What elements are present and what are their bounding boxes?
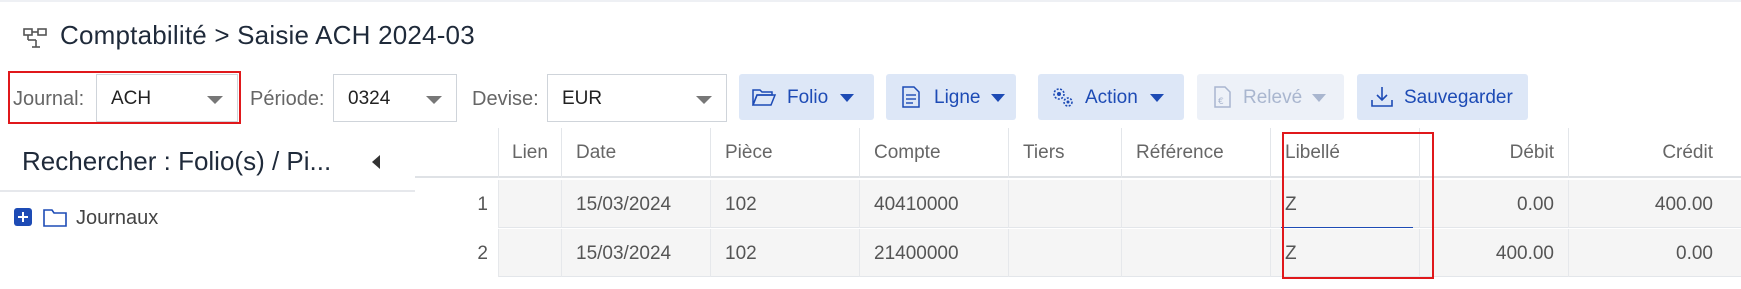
cell-lien[interactable] — [498, 180, 561, 228]
devise-label: Devise: — [472, 88, 539, 110]
cell-piece[interactable]: 102 — [710, 180, 859, 228]
cell-debit[interactable]: 400.00 — [1419, 229, 1568, 277]
search-panel-title: Rechercher : Folio(s) / Pi... — [22, 146, 332, 176]
grid-header: Lien Date Pièce Compte Tiers Référence L… — [415, 128, 1741, 178]
table-row[interactable]: 1 15/03/2024 102 40410000 Z 0.00 400.00 — [415, 180, 1741, 228]
cell-lien[interactable] — [498, 229, 561, 277]
cell-debit[interactable]: 0.00 — [1419, 180, 1568, 228]
releve-label: Relevé — [1243, 87, 1303, 108]
page-title: Comptabilité > Saisie ACH 2024-03 — [60, 20, 475, 50]
folio-label: Folio — [787, 87, 829, 108]
column-header-debit[interactable]: Débit — [1419, 128, 1568, 178]
search-panel: Rechercher : Folio(s) / Pi... Journaux — [0, 128, 415, 289]
chevron-down-icon — [1150, 94, 1164, 102]
sitemap-icon — [23, 28, 47, 48]
periode-value: 0324 — [348, 88, 391, 109]
entries-grid: Lien Date Pièce Compte Tiers Référence L… — [415, 128, 1741, 289]
chevron-down-icon — [991, 94, 1005, 102]
cell-reference[interactable] — [1121, 180, 1270, 228]
chevron-down-icon — [840, 94, 854, 102]
column-header-lien[interactable]: Lien — [498, 128, 561, 178]
column-header-credit[interactable]: Crédit — [1568, 128, 1741, 178]
cell-date[interactable]: 15/03/2024 — [561, 229, 710, 277]
gears-icon — [1053, 88, 1073, 107]
periode-select[interactable]: 0324 — [333, 74, 457, 122]
cell-date[interactable]: 15/03/2024 — [561, 180, 710, 228]
devise-select[interactable]: EUR — [547, 74, 727, 122]
action-button[interactable]: Action — [1038, 74, 1184, 120]
cell-compte[interactable]: 21400000 — [859, 229, 1008, 277]
column-header-rownum — [415, 128, 498, 178]
periode-label: Période: — [250, 88, 325, 110]
table-row[interactable]: 2 15/03/2024 102 21400000 Z 400.00 0.00 — [415, 229, 1741, 277]
column-header-compte[interactable]: Compte — [859, 128, 1008, 178]
column-header-piece[interactable]: Pièce — [710, 128, 859, 178]
cell-piece[interactable]: 102 — [710, 229, 859, 277]
download-icon — [1371, 87, 1393, 107]
column-header-reference[interactable]: Référence — [1121, 128, 1270, 178]
chevron-down-icon — [1312, 94, 1326, 102]
cell-tiers[interactable] — [1008, 180, 1121, 228]
search-panel-header: Rechercher : Folio(s) / Pi... — [0, 128, 415, 192]
euro-document-icon: € — [1214, 86, 1231, 108]
folder-icon — [43, 209, 67, 227]
sauvegarder-button[interactable]: Sauvegarder — [1357, 74, 1528, 120]
ligne-label: Ligne — [934, 87, 981, 108]
releve-button[interactable]: € Relevé — [1197, 74, 1344, 120]
action-label: Action — [1085, 87, 1138, 108]
folder-open-icon — [751, 89, 777, 106]
collapse-left-icon[interactable] — [372, 155, 380, 169]
document-lines-icon — [902, 86, 920, 108]
column-header-tiers[interactable]: Tiers — [1008, 128, 1121, 178]
cell-tiers[interactable] — [1008, 229, 1121, 277]
cell-credit[interactable]: 400.00 — [1568, 180, 1741, 228]
column-header-date[interactable]: Date — [561, 128, 710, 178]
svg-text:€: € — [1218, 97, 1224, 107]
cell-reference[interactable] — [1121, 229, 1270, 277]
ligne-button[interactable]: Ligne — [886, 74, 1016, 120]
libelle-highlight-box — [1282, 132, 1434, 279]
devise-value: EUR — [562, 88, 603, 109]
cell-compte[interactable]: 40410000 — [859, 180, 1008, 228]
chevron-down-icon — [696, 96, 712, 104]
row-number: 2 — [415, 229, 498, 277]
sauvegarder-label: Sauvegarder — [1404, 87, 1513, 108]
folio-button[interactable]: Folio — [739, 74, 874, 120]
tree-item-label: Journaux — [76, 207, 159, 229]
cell-credit[interactable]: 0.00 — [1568, 229, 1741, 277]
journal-highlight-box — [8, 71, 241, 124]
title-bar: Comptabilité > Saisie ACH 2024-03 — [0, 0, 1741, 70]
row-number: 1 — [415, 180, 498, 228]
chevron-down-icon — [426, 96, 442, 104]
expand-plus-icon[interactable] — [14, 208, 32, 226]
